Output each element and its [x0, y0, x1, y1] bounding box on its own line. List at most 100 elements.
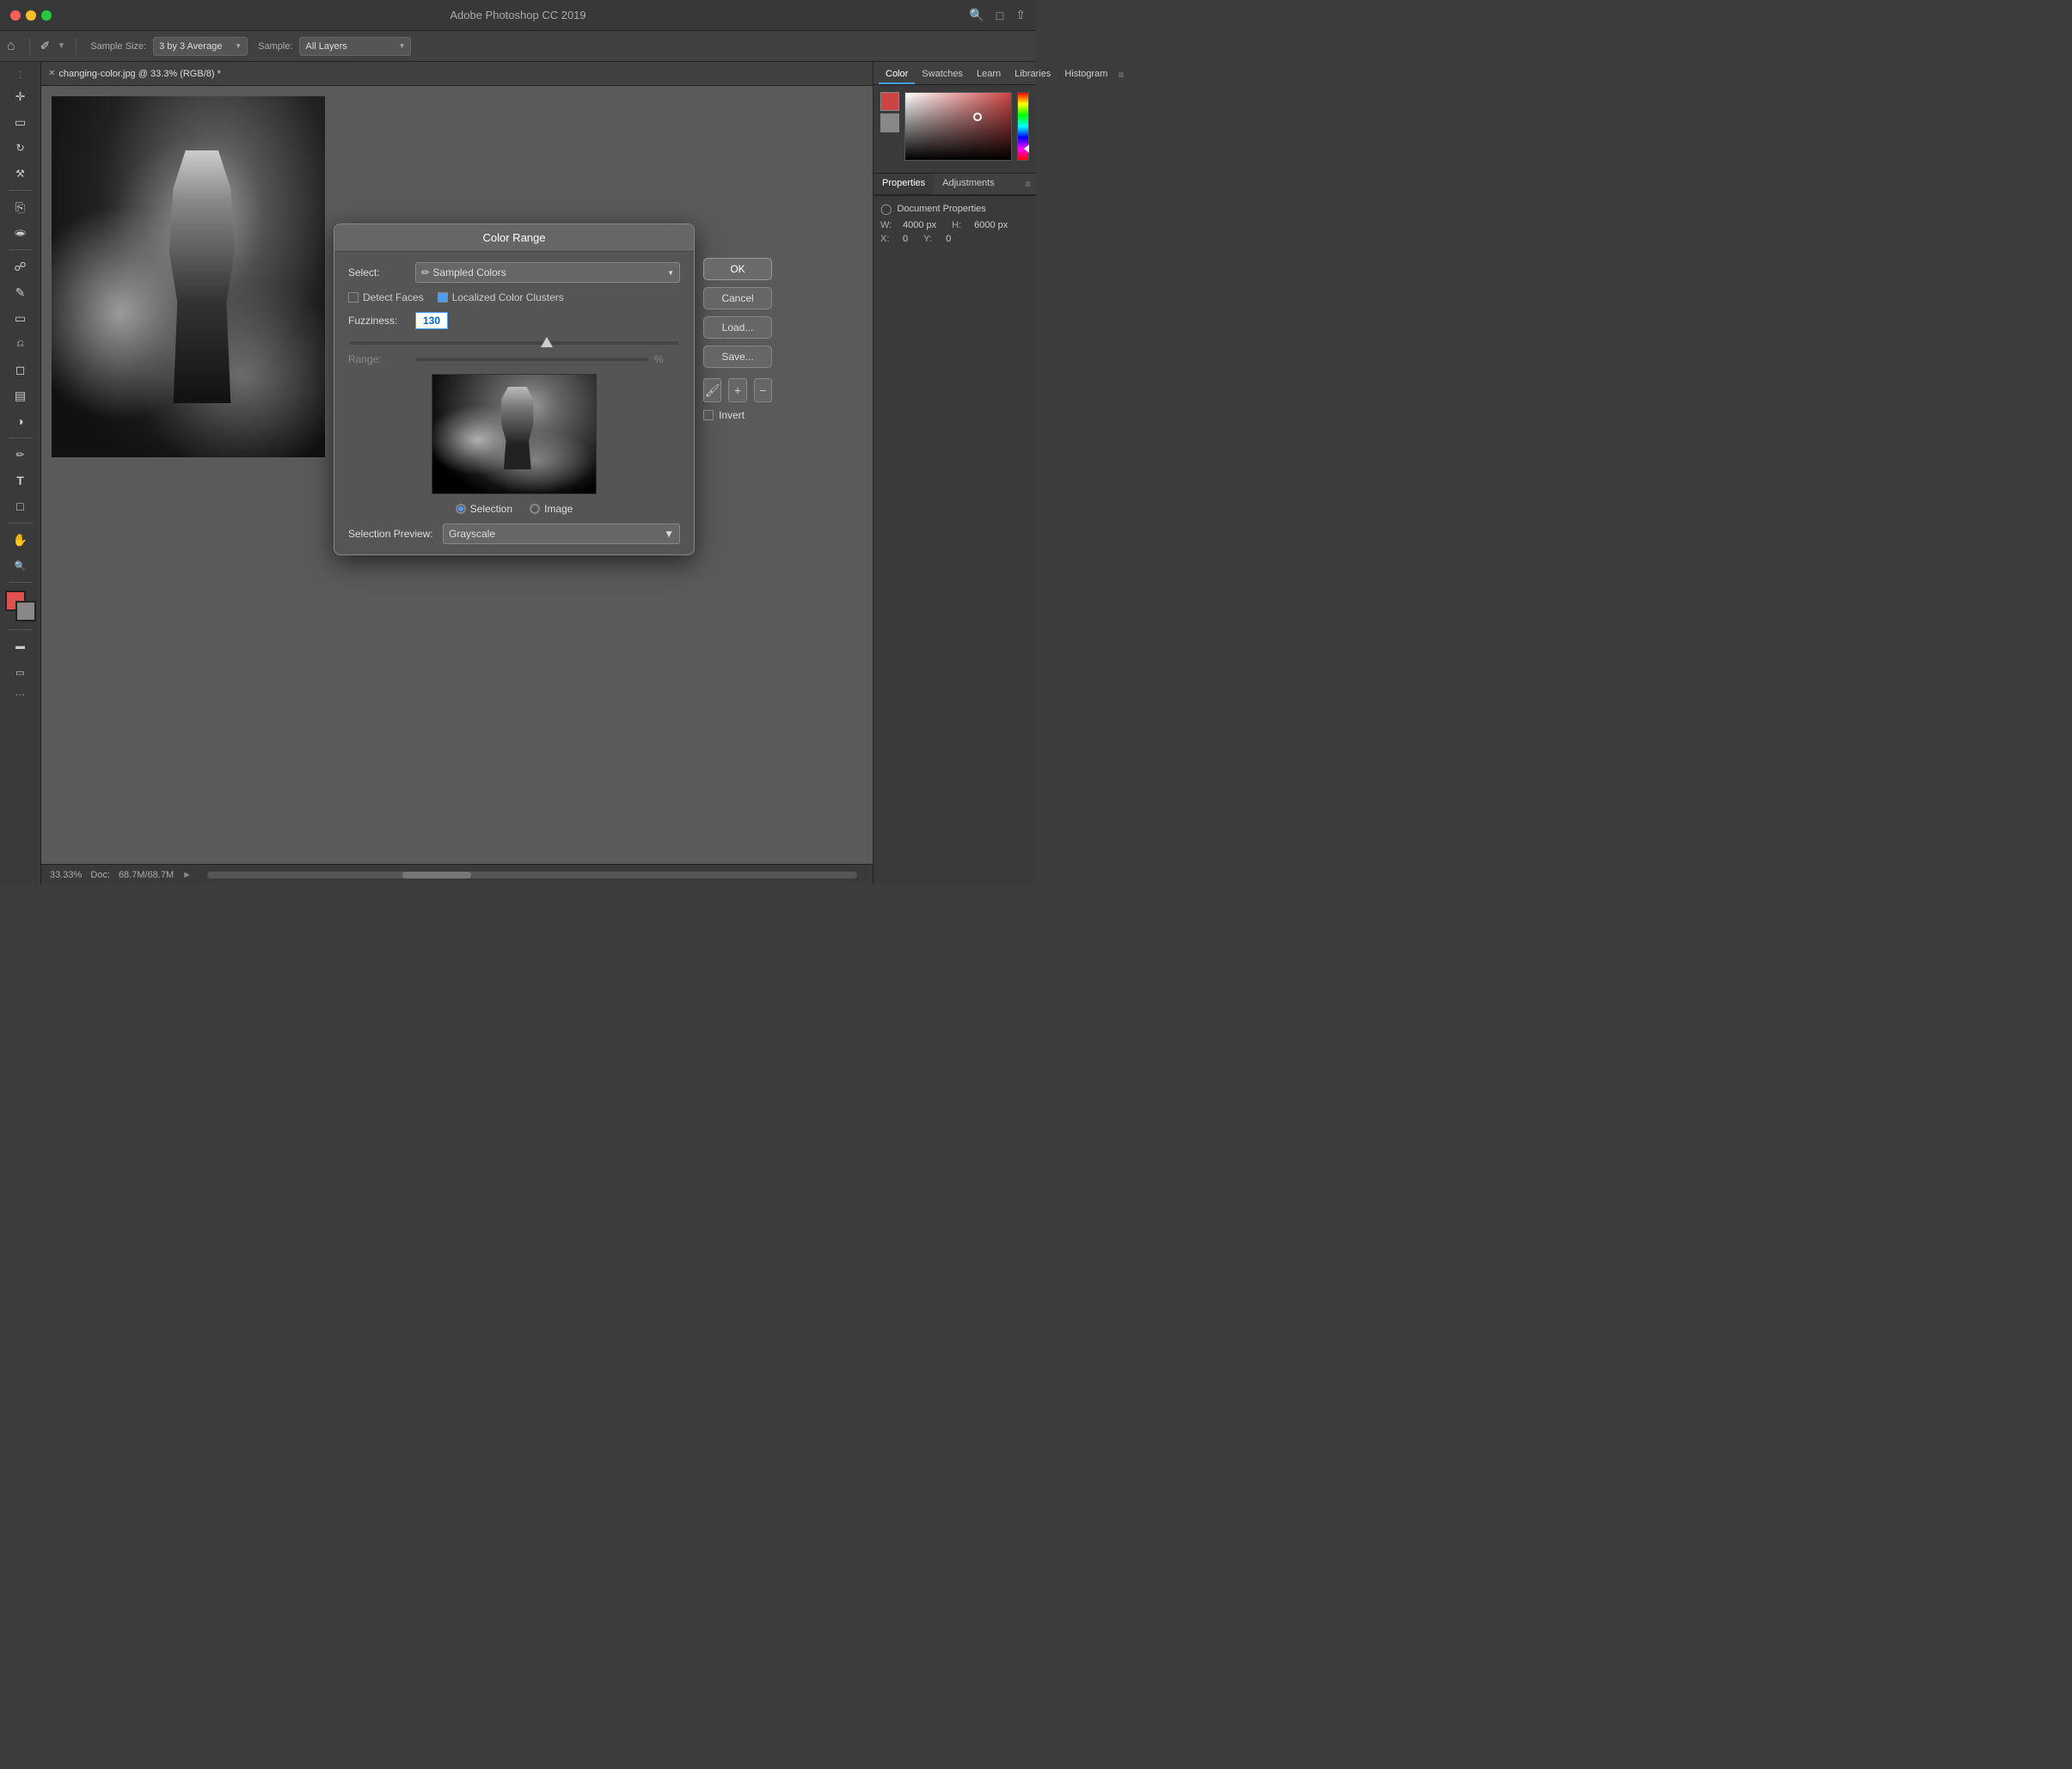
- doc-size: 68.7M/68.7M: [119, 870, 174, 880]
- dialog-buttons: OK Cancel Load... Save... 🖌 + −: [703, 258, 772, 421]
- sample-arrow: ▼: [399, 42, 406, 50]
- y-label: Y:: [923, 234, 941, 244]
- selection-shape-tool[interactable]: □: [7, 494, 34, 518]
- share-icon[interactable]: ⇧: [1015, 8, 1026, 22]
- marquee-tool[interactable]: ▭: [7, 110, 34, 134]
- select-value: ✏ Sampled Colors: [421, 266, 506, 279]
- select-row: Select: ✏ Sampled Colors ▼: [348, 262, 680, 283]
- background-color[interactable]: [15, 601, 36, 621]
- healing-tool[interactable]: ☍: [7, 254, 34, 279]
- select-dropdown[interactable]: ✏ Sampled Colors ▼: [415, 262, 680, 283]
- sample-size-value: 3 by 3 Average: [159, 41, 222, 52]
- fuzziness-slider-thumb[interactable]: [541, 337, 553, 347]
- save-button[interactable]: Save...: [703, 346, 772, 368]
- app-title: Adobe Photoshop CC 2019: [450, 9, 585, 21]
- screen-mode[interactable]: ▭: [7, 660, 34, 684]
- cancel-button[interactable]: Cancel: [703, 287, 772, 309]
- localized-clusters-item: Localized Color Clusters: [438, 291, 564, 303]
- current-tool-icon[interactable]: ✐: [40, 39, 51, 53]
- brush-tool[interactable]: ✎: [7, 280, 34, 304]
- tab-close-button[interactable]: ✕: [48, 69, 55, 78]
- radio-row: Selection Image: [348, 503, 680, 515]
- sidebar-collapse[interactable]: ⋮: [7, 67, 34, 83]
- tab-histogram[interactable]: Histogram: [1057, 65, 1114, 84]
- clone-tool[interactable]: ▭: [7, 306, 34, 330]
- fuzziness-label: Fuzziness:: [348, 315, 408, 327]
- minimize-button[interactable]: [26, 10, 36, 21]
- hand-tool[interactable]: ✋: [7, 528, 34, 552]
- move-tool[interactable]: ✛: [7, 84, 34, 108]
- color-gradient[interactable]: [904, 92, 1012, 161]
- tab-libraries[interactable]: Libraries: [1008, 65, 1057, 84]
- scroll-thumb[interactable]: [402, 872, 471, 878]
- close-button[interactable]: [10, 10, 21, 21]
- hue-strip[interactable]: [1017, 92, 1029, 161]
- background-color-swatch[interactable]: [880, 113, 899, 132]
- invert-checkbox[interactable]: [703, 410, 714, 420]
- x-value: 0: [903, 234, 908, 244]
- eyedropper-sample-button[interactable]: 🖌: [703, 378, 721, 402]
- ok-button[interactable]: OK: [703, 258, 772, 280]
- window-controls[interactable]: [10, 10, 52, 21]
- status-bar: 33.33% Doc: 68.7M/68.7M ►: [41, 864, 873, 884]
- layout-icon[interactable]: □: [996, 9, 1003, 22]
- color-picker-area: [880, 92, 1029, 161]
- range-row: Range: %: [348, 353, 680, 365]
- selection-preview-row: Selection Preview: Grayscale ▼: [348, 523, 680, 544]
- sample-dropdown[interactable]: All Layers ▼: [299, 37, 411, 56]
- tab-learn[interactable]: Learn: [970, 65, 1008, 84]
- zoom-tool[interactable]: 🔍: [7, 554, 34, 578]
- image-radio[interactable]: [530, 504, 540, 514]
- doc-label: Doc:: [90, 870, 110, 880]
- localized-clusters-checkbox[interactable]: [438, 292, 448, 303]
- tab-properties[interactable]: Properties: [874, 174, 934, 194]
- eyedropper-remove-button[interactable]: −: [754, 378, 772, 402]
- canvas-container[interactable]: Color Range Select: ✏ Sampled Colors ▼: [41, 86, 873, 864]
- doc-properties-title: Document Properties: [897, 204, 985, 214]
- dodge-tool[interactable]: ◑: [7, 409, 34, 433]
- tab-bar: ✕ changing-color.jpg @ 33.3% (RGB/8) *: [41, 62, 873, 86]
- eyedropper-tool[interactable]: 🕳: [7, 221, 34, 245]
- magic-wand-tool[interactable]: ⚒: [7, 162, 34, 186]
- foreground-color-swatch[interactable]: [880, 92, 899, 111]
- eyedropper-add-button[interactable]: +: [728, 378, 746, 402]
- selection-radio[interactable]: [456, 504, 466, 514]
- tab-swatches[interactable]: Swatches: [915, 65, 970, 84]
- tool-arrow[interactable]: ▼: [57, 41, 65, 51]
- selection-preview-dropdown[interactable]: Grayscale ▼: [443, 523, 680, 544]
- more-tools[interactable]: …: [15, 686, 26, 698]
- tab-color[interactable]: Color: [879, 65, 915, 84]
- panel-menu-icon[interactable]: ≡: [1114, 65, 1127, 84]
- width-value: 4000 px: [903, 220, 936, 230]
- color-panel: [874, 85, 1036, 173]
- gradient-tool[interactable]: ▤: [7, 383, 34, 407]
- quick-mask-toggle[interactable]: ▬: [7, 634, 34, 658]
- tab-adjustments[interactable]: Adjustments: [934, 174, 1003, 194]
- image-radio-item[interactable]: Image: [530, 503, 573, 515]
- color-picker-area[interactable]: [5, 591, 36, 621]
- props-menu-icon[interactable]: ≡: [1020, 174, 1036, 194]
- history-brush-tool[interactable]: ⎌: [7, 332, 34, 356]
- type-tool[interactable]: T: [7, 468, 34, 493]
- fuzziness-value[interactable]: 130: [415, 312, 448, 329]
- maximize-button[interactable]: [41, 10, 52, 21]
- select-label: Select:: [348, 266, 408, 279]
- lasso-tool[interactable]: ↻: [7, 136, 34, 160]
- selection-label: Selection: [470, 503, 512, 515]
- status-arrow[interactable]: ►: [182, 870, 192, 880]
- pen-tool[interactable]: ✏: [7, 443, 34, 467]
- color-selector-circle: [973, 113, 982, 121]
- search-icon[interactable]: 🔍: [969, 8, 984, 22]
- home-button[interactable]: ⌂: [7, 39, 15, 54]
- sample-size-dropdown[interactable]: 3 by 3 Average ▼: [153, 37, 248, 56]
- eraser-tool[interactable]: ◻: [7, 358, 34, 382]
- load-button[interactable]: Load...: [703, 316, 772, 339]
- detect-faces-checkbox[interactable]: [348, 292, 359, 303]
- tool-separator-6: [9, 629, 33, 630]
- fuzziness-slider-track[interactable]: [350, 341, 678, 345]
- crop-tool[interactable]: ⎘: [7, 195, 34, 219]
- horizontal-scrollbar[interactable]: [207, 872, 857, 878]
- range-track[interactable]: [415, 358, 647, 361]
- toolbar-separator-2: [76, 38, 77, 55]
- selection-radio-item[interactable]: Selection: [456, 503, 512, 515]
